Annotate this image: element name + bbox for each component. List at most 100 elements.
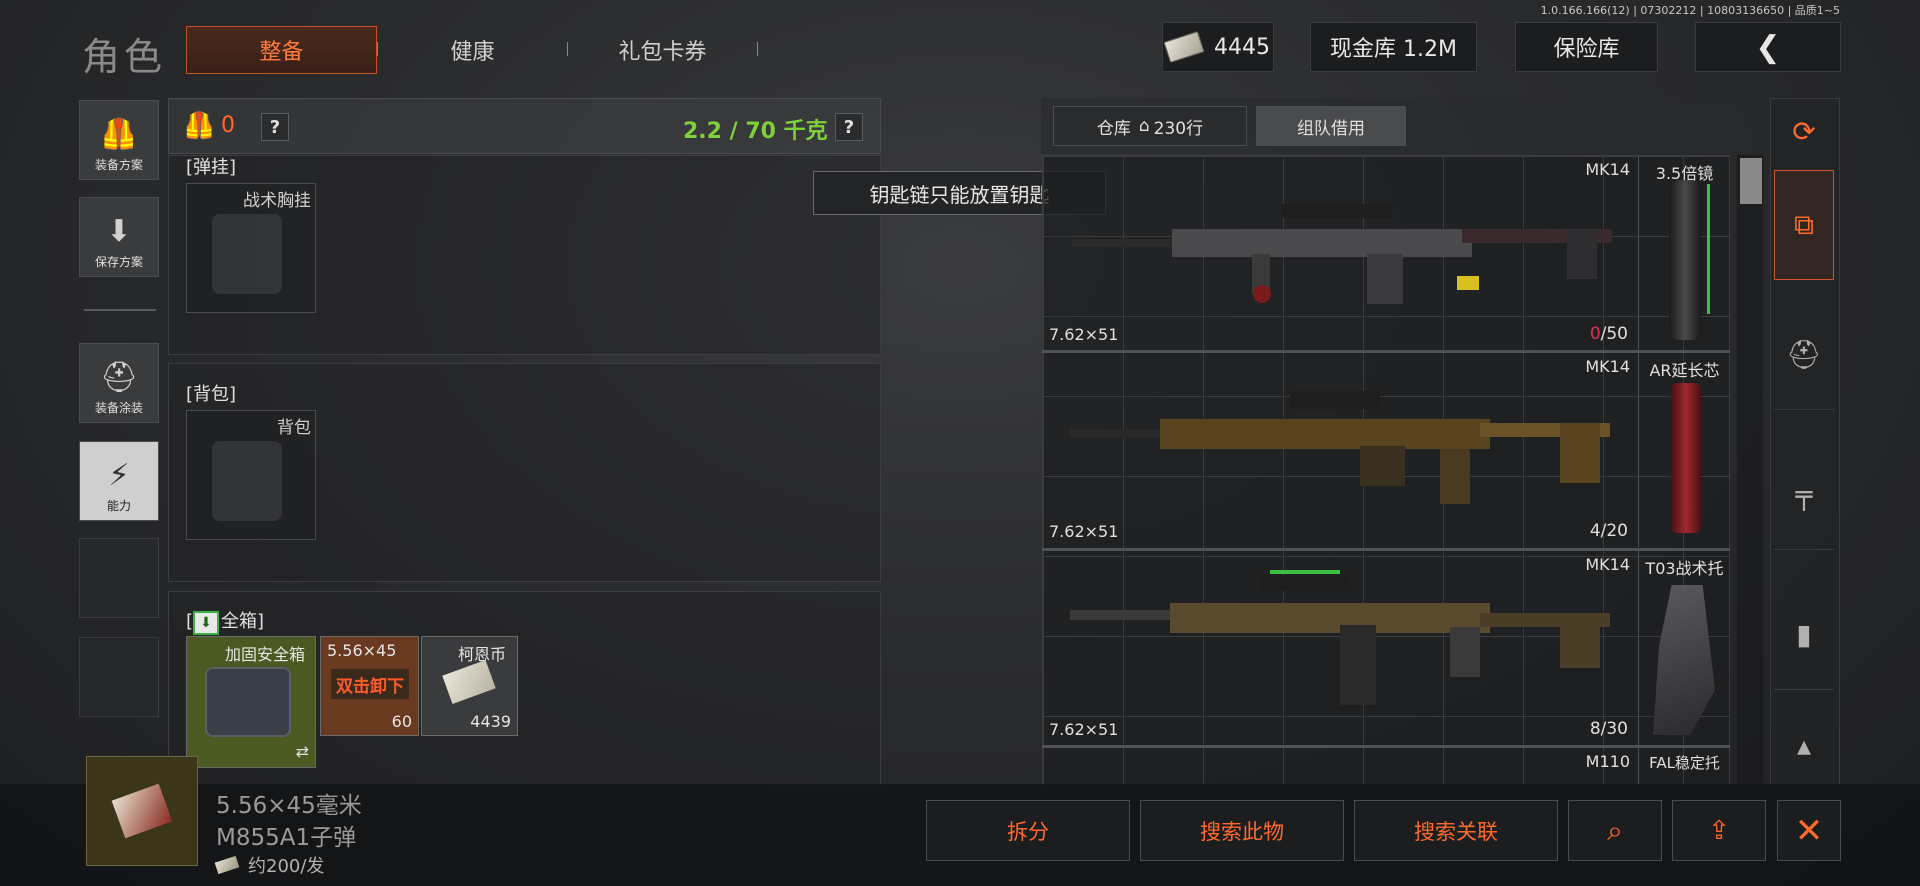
vest-icon: 🦺 xyxy=(100,117,138,152)
tab-divider xyxy=(567,42,568,56)
sidebar-divider xyxy=(84,309,156,311)
selected-item-thumb xyxy=(86,756,198,866)
tab-warehouse[interactable]: 仓库 ⌂ 230行 xyxy=(1053,106,1247,146)
filter-ammo[interactable]: ▴ xyxy=(1774,710,1834,780)
rig-placeholder-icon xyxy=(212,214,282,294)
search-item-button[interactable]: 搜索此物 xyxy=(1140,800,1344,861)
ability-icon: ⚡ xyxy=(108,458,130,493)
selected-item-caliber: 5.56×45毫米 xyxy=(216,793,362,819)
sidebar-item-label: 能力 xyxy=(106,499,131,513)
rifle-image xyxy=(1070,570,1610,705)
filter-rifle[interactable]: ╤ xyxy=(1774,440,1834,550)
safe-box-item[interactable]: 加固安全箱 ⇄ xyxy=(186,636,316,768)
rifle-image xyxy=(1072,204,1612,304)
rifle-icon: ╤ xyxy=(1795,478,1813,511)
sidebar-item-skin[interactable]: ⛑ 装备涂装 xyxy=(79,343,159,423)
version-info: 1.0.166.166(12) | 07302212 | 10803136650… xyxy=(1540,4,1840,17)
tab-prepare[interactable]: 整备 xyxy=(186,26,377,74)
weapon-item[interactable]: MK14 7.62×51 4/20 xyxy=(1042,353,1636,547)
ammo-count: 4/20 xyxy=(1589,521,1628,541)
backpack-slot[interactable]: 背包 xyxy=(186,410,316,540)
layers-icon: ⧉ xyxy=(1794,208,1814,241)
sidebar-item-label: 装备方案 xyxy=(94,158,143,172)
equip-header: 🦺 0 ? 2.2 / 70 千克 ? xyxy=(168,98,881,154)
item-count: 4439 xyxy=(470,712,511,731)
search-icon: ⌕ xyxy=(1607,813,1623,847)
tab-health[interactable]: 健康 xyxy=(400,26,545,74)
helmet-icon: ⛑ xyxy=(1786,338,1822,371)
armor-help-button[interactable]: ? xyxy=(261,113,289,141)
unload-icon: ⬇ xyxy=(193,611,220,635)
rifle-image xyxy=(1070,391,1610,504)
close-icon: ✕ xyxy=(1794,810,1824,851)
sidebar-empty-slot xyxy=(79,538,159,618)
item-name: 5.56×45 xyxy=(327,641,397,660)
insurance-vault-button[interactable]: 保险库 xyxy=(1515,22,1658,72)
caliber-label: 7.62×51 xyxy=(1049,325,1119,344)
close-button[interactable]: ✕ xyxy=(1777,800,1841,861)
filter-helmet[interactable]: ⛑ xyxy=(1774,300,1834,410)
back-arrow-icon: ❮ xyxy=(1755,29,1781,65)
back-button[interactable]: ❮ xyxy=(1695,22,1841,72)
tab-gift-cards[interactable]: 礼包卡券 xyxy=(590,26,735,74)
upload-cart-icon: ⇪ xyxy=(1708,815,1730,846)
weapon-item[interactable]: MK14 7.62×51 0/50 xyxy=(1042,156,1636,350)
search-button[interactable]: ⌕ xyxy=(1568,800,1662,861)
weapon-item[interactable]: MK14 7.62×51 8/30 xyxy=(1042,551,1636,745)
magazine-icon: ▮ xyxy=(1796,618,1812,651)
weapon-item[interactable]: M110 xyxy=(1042,748,1636,784)
buffer-tube-image xyxy=(1671,383,1701,533)
backpack-placeholder-icon xyxy=(212,441,282,521)
scrollbar-thumb[interactable] xyxy=(1740,158,1762,204)
attachment-item[interactable]: 3.5倍镜 xyxy=(1638,156,1730,350)
attachment-item[interactable]: FAL稳定托 xyxy=(1638,748,1730,784)
coin-stack-image xyxy=(442,660,496,704)
attachment-item[interactable]: AR延长芯 xyxy=(1638,353,1730,547)
warehouse-scrollbar[interactable] xyxy=(1737,155,1763,785)
page-title: 角色 xyxy=(82,35,167,79)
ammo-box-image xyxy=(111,783,173,839)
weight-help-button[interactable]: ? xyxy=(835,113,863,141)
attachment-item[interactable]: T03战术托 xyxy=(1638,551,1730,745)
swap-icon[interactable]: ⇄ xyxy=(296,742,309,761)
ammo-item[interactable]: 5.56×45 双击卸下 60 xyxy=(320,636,419,736)
selected-item-name: M855A1子弹 xyxy=(216,825,357,851)
caliber-label: 7.62×51 xyxy=(1049,522,1119,541)
sidebar-item-save-plan[interactable]: ⬇ 保存方案 xyxy=(79,197,159,277)
weapon-name: MK14 xyxy=(1585,160,1630,179)
rig-slot[interactable]: 战术胸挂 xyxy=(186,183,316,313)
weapon-name: M110 xyxy=(1585,752,1630,771)
filter-all[interactable]: ⧉ xyxy=(1774,170,1834,280)
download-icon: ⬇ xyxy=(106,214,132,249)
currency-display: 4445 xyxy=(1162,22,1274,72)
ammo-count: 0/50 xyxy=(1589,324,1628,344)
upload-cart-button[interactable]: ⇪ xyxy=(1672,800,1766,861)
scope-accent xyxy=(1707,184,1710,314)
currency-amount: 4445 xyxy=(1214,34,1270,60)
rig-section-label: [弹挂] xyxy=(186,157,237,178)
attachment-name: AR延长芯 xyxy=(1649,361,1720,380)
slot-label: 战术胸挂 xyxy=(243,191,311,211)
armor-count: 0 xyxy=(221,113,235,138)
sidebar-item-loadout[interactable]: 🦺 装备方案 xyxy=(79,100,159,180)
coin-item[interactable]: 柯恩币 4439 xyxy=(421,636,518,736)
search-related-button[interactable]: 搜索关联 xyxy=(1354,800,1558,861)
weight-display: 2.2 / 70 千克 xyxy=(683,119,828,144)
scope-image xyxy=(1669,180,1701,340)
tab-team-borrow[interactable]: 组队借用 xyxy=(1256,106,1406,146)
cash-vault-button[interactable]: 现金库 1.2M xyxy=(1310,22,1477,72)
split-button[interactable]: 拆分 xyxy=(926,800,1130,861)
safe-box-image xyxy=(205,667,291,737)
armor-icon: 🦺 xyxy=(183,111,216,141)
item-name: 加固安全箱 xyxy=(225,645,306,664)
selected-item-price: 约200/发 xyxy=(214,852,324,878)
helmet-icon: ⛑ xyxy=(99,360,139,395)
filter-magazine[interactable]: ▮ xyxy=(1774,580,1834,690)
caliber-label: 7.62×51 xyxy=(1049,720,1119,739)
layers-refresh-icon: ⟳ xyxy=(1792,114,1816,148)
attachment-name: T03战术托 xyxy=(1645,559,1724,578)
cash-icon xyxy=(214,855,240,875)
unload-hint: 双击卸下 xyxy=(331,669,409,699)
sidebar-item-ability[interactable]: ⚡ 能力 xyxy=(79,441,159,521)
refresh-sort-button[interactable]: ⟳ xyxy=(1774,102,1834,160)
